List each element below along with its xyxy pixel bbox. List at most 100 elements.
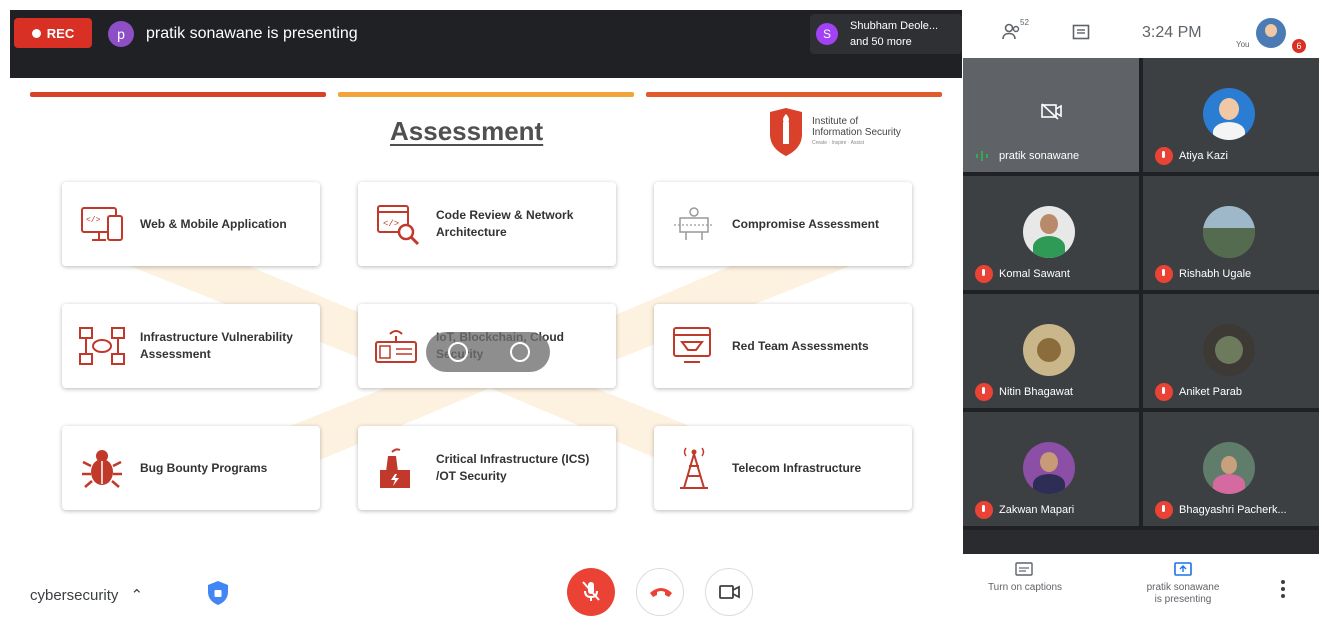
participant-name: Aniket Parab	[1179, 386, 1242, 398]
more-options-button[interactable]	[1281, 580, 1285, 600]
card-label: Infrastructure Vulnerability Assessment	[140, 330, 293, 361]
self-label: You	[1236, 40, 1250, 49]
people-button[interactable]: 52	[1002, 18, 1029, 46]
mic-off-icon	[975, 501, 993, 519]
notification-badge: 6	[1292, 39, 1306, 53]
participant-tile-komal-sawant[interactable]: Komal Sawant	[963, 176, 1139, 290]
chat-button[interactable]	[1072, 24, 1090, 46]
card-infrastructure: Infrastructure Vulnerability Assessment	[62, 304, 320, 388]
chevron-up-icon: ⌃	[130, 587, 144, 604]
participant-name: Rishabh Ugale	[1179, 268, 1252, 280]
minimize-icon[interactable]	[510, 342, 530, 362]
top-right-controls: 52 3:24 PM You 6	[962, 10, 1319, 58]
participant-name: Zakwan Mapari	[999, 504, 1075, 516]
card-label: Web & Mobile Application	[140, 216, 287, 231]
microphone-button[interactable]	[567, 568, 615, 616]
participant-grid: pratik sonawane Atiya Kazi Komal Sawant	[963, 58, 1319, 554]
self-avatar[interactable]	[1256, 18, 1286, 48]
card-telecom: Telecom Infrastructure	[654, 426, 912, 510]
decor-bar-orange	[338, 92, 634, 97]
chat-icon	[1072, 24, 1090, 40]
logo-tagline: Create · Inspire · Assist	[812, 140, 864, 146]
captions-icon	[1015, 562, 1033, 576]
card-compromise: Compromise Assessment	[654, 182, 912, 266]
svg-text:</>: </>	[383, 219, 399, 229]
logo-text-line2: Information Security	[812, 127, 901, 138]
people-count: 52	[1020, 18, 1029, 27]
card-code-review: </> Code Review & Network Architecture	[358, 182, 616, 266]
presenting-status-button[interactable]: pratik sonawane is presenting	[1135, 562, 1231, 622]
recording-badge[interactable]: REC	[14, 18, 92, 48]
security-shield-icon[interactable]	[206, 580, 230, 606]
clock: 3:24 PM	[1142, 24, 1202, 41]
presenter-status: pratik sonawane is presenting	[146, 25, 358, 42]
mic-off-icon	[1155, 383, 1173, 401]
logo-text-line1: Institute of	[812, 116, 859, 127]
participant-tile-pratik-sonawane[interactable]: pratik sonawane	[963, 58, 1139, 172]
avatar	[1203, 88, 1255, 140]
presenting-label-line2: is presenting	[1154, 594, 1212, 605]
captions-button[interactable]: Turn on captions	[985, 562, 1065, 620]
other-participant-name: Shubham Deole...	[850, 20, 939, 32]
avatar	[1203, 206, 1255, 258]
hang-up-icon	[650, 588, 672, 597]
participant-name: Atiya Kazi	[1179, 150, 1228, 162]
factory-icon	[380, 448, 410, 488]
participant-tile-nitin-bhagawat[interactable]: Nitin Bhagawat	[963, 294, 1139, 408]
pin-icon[interactable]	[448, 342, 468, 362]
meeting-name: cybersecurity	[30, 587, 119, 604]
card-bug-bounty: Bug Bounty Programs	[62, 426, 320, 510]
card-red-team: Red Team Assessments	[654, 304, 912, 388]
avatar	[1023, 324, 1075, 376]
institute-shield-icon	[770, 108, 802, 156]
other-participants-chip[interactable]: S Shubham Deole... and 50 more	[810, 14, 962, 54]
mic-off-icon	[975, 265, 993, 283]
camera-icon	[719, 585, 740, 599]
participant-avatar: S	[816, 23, 838, 45]
other-participant-count: and 50 more	[850, 36, 912, 48]
iot-icon	[375, 330, 417, 363]
bug-icon	[82, 450, 122, 488]
decor-bar-red	[30, 92, 326, 97]
leave-call-button[interactable]	[636, 568, 684, 616]
audio-indicator-icon	[976, 151, 988, 161]
red-team-icon	[673, 327, 711, 363]
participant-tile-rishabh-ugale[interactable]: Rishabh Ugale	[1143, 176, 1319, 290]
tower-icon	[680, 447, 708, 489]
recording-label: REC	[46, 25, 75, 41]
mic-off-icon	[975, 383, 993, 401]
card-label: Critical Infrastructure (ICS) /OT Securi…	[436, 452, 590, 483]
svg-text:</>: </>	[86, 216, 101, 225]
participant-name: pratik sonawane	[999, 150, 1080, 162]
infrastructure-icon	[79, 327, 125, 365]
avatar	[1023, 442, 1075, 494]
card-critical-infra: Critical Infrastructure (ICS) /OT Securi…	[358, 426, 616, 510]
camera-off-icon	[1041, 103, 1062, 120]
meet-window: REC p pratik sonawane is presenting S Sh…	[0, 0, 1319, 623]
camera-button[interactable]	[705, 568, 753, 616]
meeting-details-button[interactable]: cybersecurity ⌃	[30, 586, 143, 604]
presenting-label: pratik sonawane is presenting	[1135, 582, 1231, 606]
participant-tile-aniket-parab[interactable]: Aniket Parab	[1143, 294, 1319, 408]
self-face	[1265, 24, 1277, 37]
mic-off-icon	[1155, 147, 1173, 165]
presenting-label-line1: pratik sonawane	[1146, 582, 1220, 593]
bottom-control-bar: cybersecurity ⌃ Turn on captions pratik …	[0, 554, 1319, 623]
code-review-icon: </>	[377, 205, 420, 246]
mic-off-icon	[1155, 501, 1173, 519]
logo-text: Institute of Information Security	[812, 116, 901, 138]
participant-tile-zakwan-mapari[interactable]: Zakwan Mapari	[963, 412, 1139, 526]
participant-name: Nitin Bhagawat	[999, 386, 1073, 398]
participant-tile-atiya-kazi[interactable]: Atiya Kazi	[1143, 58, 1319, 172]
participant-tile-bhagyashri[interactable]: Bhagyashri Pacherk...	[1143, 412, 1319, 526]
record-dot-icon	[31, 28, 41, 38]
mic-off-icon	[582, 581, 600, 601]
card-label: Compromise Assessment	[732, 216, 879, 231]
presentation-overlay-controls[interactable]	[426, 332, 550, 372]
participant-name: Komal Sawant	[999, 268, 1070, 280]
decor-bar-red-orange	[646, 92, 942, 97]
slide-title: Assessment	[390, 116, 544, 146]
presenter-avatar: p	[108, 21, 134, 47]
grid-scroll-area[interactable]	[963, 530, 1319, 554]
more-vert-icon	[1281, 580, 1285, 584]
